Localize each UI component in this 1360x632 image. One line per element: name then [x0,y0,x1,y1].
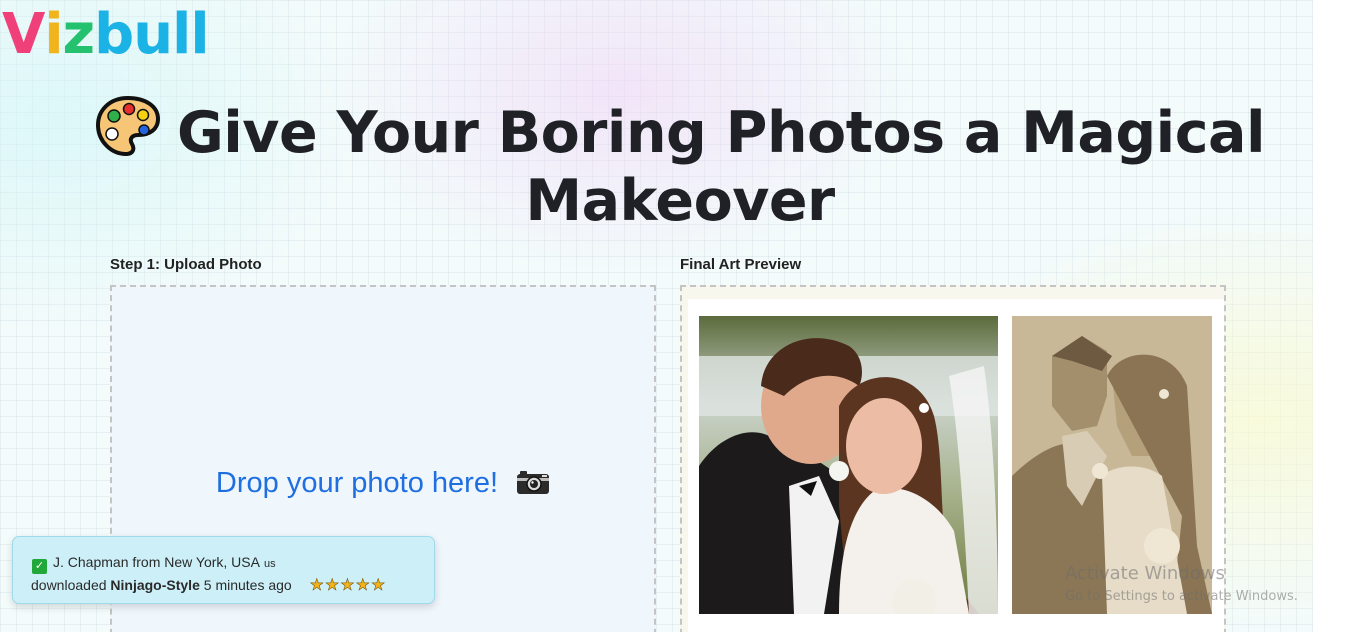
check-mark-icon: ✓ [32,559,47,574]
toast-style-name: Ninjago-Style [110,577,200,593]
title-line-2: Makeover [525,168,835,234]
recent-download-notification[interactable]: ✓ J. Chapman from New York, USA us downloa… [12,536,435,604]
logo-letter-l2: l [190,2,209,67]
toast-country-code: us [263,558,276,570]
title-line-1: Give Your Boring Photos a Magical [0,94,1360,167]
preview-label: Final Art Preview [680,256,802,273]
camera-icon [517,471,550,494]
toast-time: 5 minutes ago [203,577,292,593]
activate-windows-title: Activate Windows [1065,563,1225,584]
activate-windows-subtitle: Go to Settings to activate Windows. [1065,589,1298,604]
star-rating-icon: ★★★★★ [309,577,387,595]
page-title: Give Your Boring Photos a Magical Makeov… [0,94,1360,235]
logo-letter-i: i [44,2,63,67]
toast-user-location: J. Chapman from New York, USA [53,554,260,570]
toast-line-1: ✓ J. Chapman from New York, USA us [32,552,434,575]
toast-line-2: downloaded Ninjago-Style 5 minutes ago ★… [31,575,434,596]
vizbull-logo[interactable]: Vizbull [2,2,210,68]
toast-prefix: downloaded [31,577,107,593]
logo-letter-u: u [133,2,173,67]
original-wedding-photo [699,316,998,614]
logo-letter-v: V [2,2,45,67]
upload-step-label: Step 1: Upload Photo [110,256,262,273]
artist-palette-icon [95,95,160,157]
logo-letter-l: l [172,2,191,67]
dropzone-prompt: Drop your photo here! [112,467,654,500]
title-text-line-1: Give Your Boring Photos a Magical [176,100,1266,166]
logo-letter-z: z [62,2,96,67]
logo-letter-b: b [94,2,134,67]
dropzone-text: Drop your photo here! [215,467,499,499]
